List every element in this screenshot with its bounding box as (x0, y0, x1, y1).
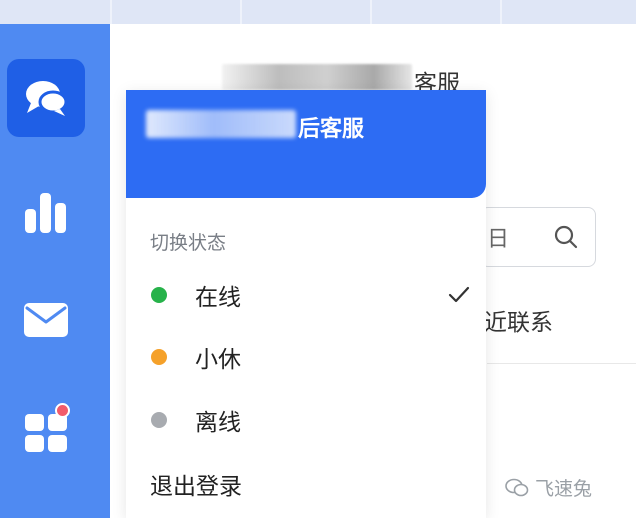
wechat-icon (505, 478, 529, 496)
top-bar-divider (240, 0, 242, 24)
redacted-card-name (146, 110, 296, 138)
top-bar-divider (500, 0, 502, 24)
status-label: 小休 (195, 347, 241, 373)
search-input[interactable]: 日 (480, 207, 596, 267)
mail-icon (24, 303, 68, 337)
top-bar-divider (110, 0, 112, 24)
chat-bubbles-icon (26, 81, 68, 116)
search-icon[interactable] (553, 224, 579, 250)
sidebar (0, 24, 110, 518)
status-item-break[interactable]: 小休 (126, 330, 486, 384)
status-label: 在线 (195, 285, 241, 311)
online-status-dot (151, 287, 167, 303)
redacted-name (222, 64, 412, 90)
sidebar-item-apps[interactable] (7, 392, 85, 470)
search-partial-text: 日 (487, 227, 510, 252)
status-label: 离线 (195, 410, 241, 436)
agent-card-title: 后客服 (298, 117, 365, 142)
offline-status-dot (151, 412, 167, 428)
recent-contacts-label[interactable]: 近联系 (484, 303, 553, 337)
status-section-title: 切换状态 (150, 232, 227, 254)
top-bar (0, 0, 636, 24)
sidebar-item-stats[interactable] (7, 174, 85, 252)
card-left-edge (126, 90, 140, 198)
check-icon (448, 286, 470, 303)
status-popup: 后客服 切换状态 在线 小休 离线 退出登录 (126, 90, 486, 518)
watermark: 飞速兔 (505, 474, 592, 501)
divider (487, 363, 636, 364)
sidebar-item-chat[interactable] (7, 59, 85, 137)
sidebar-item-mail[interactable] (7, 281, 85, 359)
bar-chart-icon (25, 193, 66, 233)
logout-button[interactable]: 退出登录 (150, 467, 242, 501)
break-status-dot (151, 349, 167, 365)
status-item-offline[interactable]: 离线 (126, 393, 486, 447)
status-item-online[interactable]: 在线 (126, 268, 486, 322)
top-bar-divider (370, 0, 372, 24)
watermark-text: 飞速兔 (535, 478, 593, 500)
agent-card: 后客服 (126, 90, 486, 198)
notification-badge (55, 403, 70, 418)
